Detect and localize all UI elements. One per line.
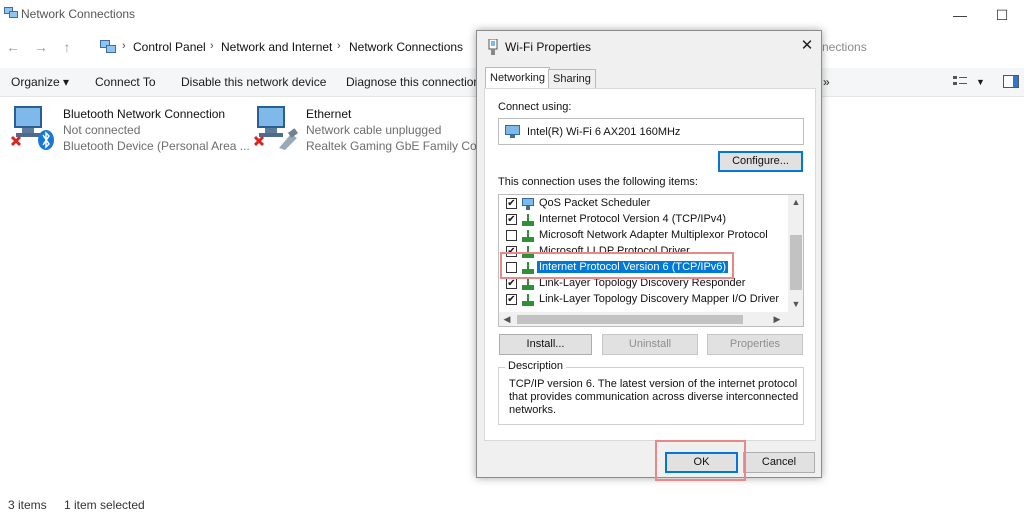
scroll-left-icon[interactable]: ◀	[499, 312, 515, 326]
component-checkbox[interactable]: ✔	[506, 278, 517, 289]
protocol-icon	[522, 278, 534, 290]
connection-device: Bluetooth Device (Personal Area ...	[63, 139, 250, 153]
component-label: Link-Layer Topology Discovery Mapper I/O…	[539, 293, 780, 305]
back-button[interactable]: ←	[4, 38, 22, 56]
list-item[interactable]: ✔ Link-Layer Topology Discovery Mapper I…	[499, 292, 787, 308]
minimize-button[interactable]: —	[948, 4, 972, 26]
network-connections-icon	[4, 7, 18, 18]
view-options-chevron-down-icon[interactable]: ▼	[976, 77, 985, 87]
bluetooth-network-adapter-icon	[10, 106, 54, 150]
list-item[interactable]: Microsoft Network Adapter Multiplexor Pr…	[499, 228, 787, 244]
maximize-button[interactable]: ☐	[990, 4, 1014, 26]
cancel-button[interactable]: Cancel	[743, 452, 815, 473]
status-bar	[0, 494, 1024, 512]
up-button[interactable]: ↑	[58, 38, 76, 56]
adapter-display: Intel(R) Wi-Fi 6 AX201 160MHz	[498, 118, 804, 145]
explorer-title-bar: Network Connections — ☐	[0, 0, 1024, 30]
change-view-icon[interactable]	[953, 75, 967, 87]
description-text: TCP/IP version 6. The latest version of …	[509, 378, 799, 416]
component-checkbox[interactable]: ✔	[506, 214, 517, 225]
list-item[interactable]: ✔ QoS Packet Scheduler	[499, 196, 787, 212]
component-checkbox[interactable]	[506, 230, 517, 241]
vertical-scrollbar[interactable]: ▲ ▼	[788, 195, 803, 312]
list-item-ethernet-connection[interactable]: Ethernet Network cable unplugged Realtek…	[253, 104, 500, 156]
breadcrumb-control-panel[interactable]: Control Panel	[133, 40, 206, 54]
selection-count: 1 item selected	[64, 498, 145, 512]
highlight-ok-button	[655, 440, 746, 481]
scroll-down-icon[interactable]: ▼	[788, 297, 803, 312]
component-checkbox[interactable]: ✔	[506, 198, 517, 209]
component-label: Internet Protocol Version 4 (TCP/IPv4)	[539, 213, 727, 225]
scroll-right-icon[interactable]: ▶	[769, 312, 785, 326]
connection-status: Not connected	[63, 123, 141, 137]
dialog-close-button[interactable]: ✕	[799, 38, 815, 54]
breadcrumb-separator-icon: ›	[122, 40, 126, 52]
ethernet-adapter-icon	[253, 106, 298, 150]
breadcrumb-separator-icon: ›	[337, 40, 341, 52]
items-label: This connection uses the following items…	[498, 176, 698, 188]
scroll-thumb[interactable]	[517, 315, 743, 324]
connect-using-label: Connect using:	[498, 101, 572, 113]
breadcrumb-network-and-internet[interactable]: Network and Internet	[221, 40, 332, 54]
organize-button[interactable]: Organize ▾	[11, 75, 69, 89]
horizontal-scrollbar[interactable]: ◀ ▶	[499, 312, 803, 326]
tab-sharing[interactable]: Sharing	[548, 69, 596, 89]
network-adapter-icon	[505, 125, 520, 138]
component-checkbox[interactable]: ✔	[506, 294, 517, 305]
list-item-bluetooth-connection[interactable]: Bluetooth Network Connection Not connect…	[10, 104, 250, 156]
connect-to-button[interactable]: Connect To	[95, 75, 156, 89]
protocol-icon	[522, 230, 534, 242]
uninstall-button[interactable]: Uninstall	[602, 334, 698, 355]
adapter-name: Intel(R) Wi-Fi 6 AX201 160MHz	[527, 126, 681, 138]
item-count: 3 items	[8, 498, 47, 512]
component-label: Microsoft Network Adapter Multiplexor Pr…	[539, 229, 768, 241]
breadcrumb-network-connections[interactable]: Network Connections	[349, 40, 463, 54]
protocol-icon	[522, 294, 534, 306]
dialog-title: Wi-Fi Properties	[505, 40, 592, 54]
description-label: Description	[505, 360, 567, 372]
connection-device: Realtek Gaming GbE Family Contr...	[306, 139, 501, 153]
scroll-up-icon[interactable]: ▲	[788, 195, 803, 210]
protocol-icon	[522, 214, 534, 226]
tab-networking[interactable]: Networking	[485, 67, 551, 89]
diagnose-button[interactable]: Diagnose this connection	[346, 75, 480, 89]
search-box[interactable]: nections	[822, 40, 867, 54]
install-button[interactable]: Install...	[499, 334, 592, 355]
preview-pane-icon[interactable]	[1003, 75, 1019, 88]
scroll-thumb[interactable]	[790, 235, 802, 290]
wifi-adapter-icon	[488, 39, 498, 55]
toolbar-overflow-button[interactable]: »	[823, 75, 830, 89]
highlight-ipv6-row	[500, 252, 734, 279]
connection-name: Ethernet	[306, 107, 352, 121]
list-item[interactable]: ✔ Internet Protocol Version 4 (TCP/IPv4)	[499, 212, 787, 228]
properties-button[interactable]: Properties	[707, 334, 803, 355]
connection-status: Network cable unplugged	[306, 123, 442, 137]
forward-button[interactable]: →	[32, 38, 50, 56]
connection-name: Bluetooth Network Connection	[63, 107, 226, 121]
scheduler-icon	[522, 198, 534, 210]
breadcrumb-separator-icon: ›	[210, 40, 214, 52]
window-title: Network Connections	[21, 7, 136, 21]
disable-device-button[interactable]: Disable this network device	[181, 75, 326, 89]
configure-button[interactable]: Configure...	[718, 151, 803, 172]
component-label: QoS Packet Scheduler	[539, 197, 651, 209]
control-panel-icon	[100, 40, 116, 53]
